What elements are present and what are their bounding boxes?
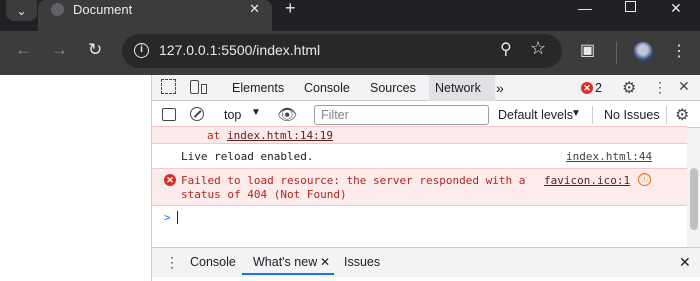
stack-link[interactable]: index.html:14:19 — [227, 129, 333, 142]
drawer-menu-icon[interactable]: ⋮ — [165, 254, 179, 271]
drawer-tab-whats-new[interactable]: What's new — [253, 248, 317, 276]
console-message-error-stack: at index.html:14:19 — [152, 126, 687, 144]
scrollbar-thumb[interactable] — [690, 168, 698, 230]
maximize-icon[interactable] — [625, 1, 636, 12]
drawer-tab-console[interactable]: Console — [190, 248, 236, 276]
network-warning-icon[interactable]: ⓘ — [638, 173, 651, 186]
issues-button[interactable]: No Issues — [604, 108, 660, 122]
filter-field[interactable] — [314, 105, 489, 125]
device-toolbar-icon-part — [201, 84, 207, 94]
error-badge-icon[interactable]: ✕ — [581, 82, 593, 94]
close-window-icon[interactable]: ✕ — [670, 0, 682, 17]
active-tab-indicator — [242, 273, 334, 275]
globe-icon — [51, 3, 64, 16]
tab-sources[interactable]: Sources — [370, 75, 416, 101]
devtools-panel: Elements Console Sources Network » ✕ 2 ⚙… — [151, 75, 700, 281]
devtools-drawer-bar: ⋮ Console What's new ✕ Issues ✕ — [152, 247, 700, 277]
close-icon[interactable]: ✕ — [249, 1, 260, 17]
console-toolbar: top ▼ 👁 Default levels ▼ No Issues ⚙ — [152, 102, 700, 128]
more-tabs-icon[interactable]: » — [496, 75, 504, 101]
browser-tab[interactable]: Document ✕ — [38, 0, 272, 31]
kebab-menu-icon[interactable]: ⋮ — [671, 41, 687, 61]
toolbar-divider — [592, 106, 593, 124]
console-scrollbar[interactable] — [687, 128, 700, 247]
title-bar: ⌄ Document ✕ + — ✕ — [0, 0, 700, 31]
avatar[interactable] — [633, 42, 653, 62]
page-viewport — [0, 75, 151, 281]
tab-console[interactable]: Console — [304, 75, 350, 101]
close-devtools-icon[interactable]: ✕ — [678, 78, 690, 95]
tab-title: Document — [73, 2, 133, 17]
extensions-icon[interactable]: ▣ — [580, 40, 595, 60]
reload-icon[interactable]: ↻ — [88, 40, 102, 60]
url-text[interactable]: 127.0.0.1:5500/index.html — [159, 42, 320, 58]
devtools-tab-bar: Elements Console Sources Network » ✕ 2 ⚙… — [152, 75, 700, 101]
console-output: at index.html:14:19 Live reload enabled.… — [152, 126, 687, 247]
tab-elements[interactable]: Elements — [232, 75, 284, 101]
context-selector[interactable]: top — [224, 108, 241, 122]
plus-icon[interactable]: + — [285, 0, 296, 17]
console-message-error: ✕ Failed to load resource: the server re… — [152, 168, 687, 206]
zoom-icon[interactable]: ⚲ — [500, 39, 512, 59]
error-count[interactable]: 2 — [595, 75, 602, 101]
error-text-line2: status of 404 (Not Found) — [181, 188, 347, 201]
levels-dropdown-icon[interactable]: ▼ — [571, 108, 581, 119]
prompt-chevron-icon: > — [164, 211, 171, 224]
star-icon[interactable]: ☆ — [530, 38, 546, 59]
back-icon[interactable]: ← — [15, 40, 32, 60]
tab-network[interactable]: Network — [435, 75, 481, 101]
console-settings-gear-icon[interactable]: ⚙ — [675, 105, 689, 125]
toolbar-divider — [616, 42, 617, 64]
devtools-menu-icon[interactable]: ⋮ — [653, 79, 667, 96]
chevron-down-icon: ⌄ — [16, 3, 27, 18]
error-link[interactable]: favicon.ico:1 — [544, 174, 630, 187]
error-text-line1: Failed to load resource: the server resp… — [181, 174, 526, 187]
inspect-element-icon[interactable] — [161, 79, 176, 94]
sidebar-toggle-icon[interactable] — [162, 108, 176, 121]
address-bar[interactable]: i 127.0.0.1:5500/index.html ⚲ ☆ — [122, 34, 562, 68]
info-link[interactable]: index.html:44 — [566, 150, 652, 163]
levels-dropdown[interactable]: Default levels — [498, 108, 573, 122]
stack-prefix: at — [207, 129, 221, 142]
filter-input[interactable] — [315, 106, 488, 124]
eye-icon[interactable]: 👁 — [277, 105, 297, 125]
console-prompt-row[interactable]: > — [152, 207, 687, 229]
close-drawer-icon[interactable]: ✕ — [679, 248, 691, 276]
forward-icon[interactable]: → — [51, 40, 68, 60]
tab-search-dropdown[interactable]: ⌄ — [6, 0, 37, 21]
device-toolbar-icon[interactable] — [190, 80, 199, 94]
info-icon[interactable]: i — [134, 43, 149, 58]
toolbar-divider — [666, 106, 667, 124]
settings-gear-icon[interactable]: ⚙ — [622, 78, 636, 98]
context-dropdown-icon[interactable]: ▼ — [251, 107, 261, 118]
info-text: Live reload enabled. — [181, 150, 314, 163]
console-input-caret[interactable] — [177, 211, 178, 224]
minimize-icon[interactable]: — — [578, 0, 592, 16]
close-whats-new-icon[interactable]: ✕ — [320, 248, 330, 276]
drawer-tab-issues[interactable]: Issues — [344, 248, 380, 276]
console-message-info: Live reload enabled. index.html:44 — [152, 144, 687, 168]
error-icon: ✕ — [164, 174, 176, 186]
